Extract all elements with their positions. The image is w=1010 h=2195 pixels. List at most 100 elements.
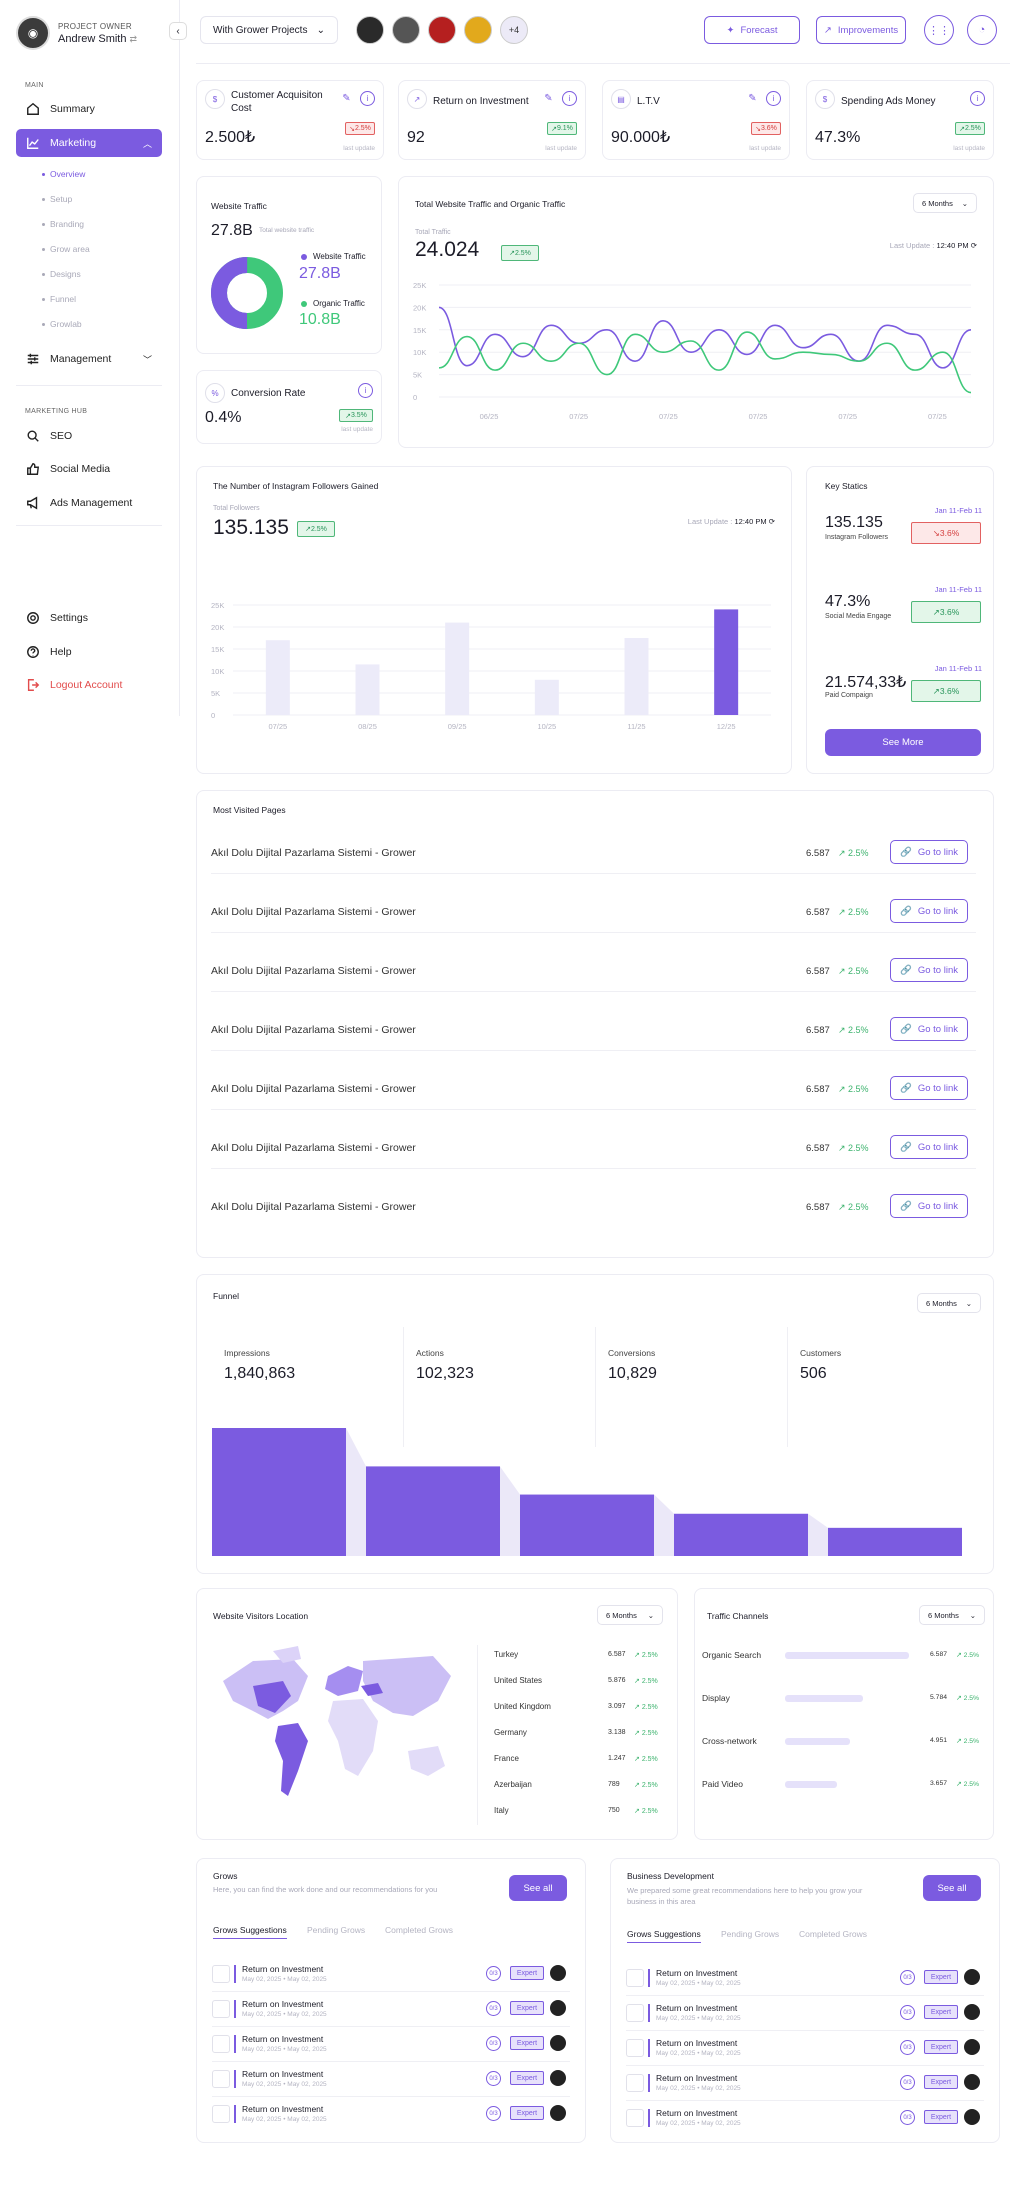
page-visits: 6.587 <box>806 1202 830 1213</box>
link-icon: 🔗 <box>900 846 912 858</box>
grow-checkbox[interactable] <box>212 2035 230 2053</box>
sidebar-subitem-grow-area[interactable]: Grow area <box>42 244 90 254</box>
grow-checkbox[interactable] <box>626 2074 644 2092</box>
see-all-button[interactable]: See all <box>509 1875 567 1901</box>
grow-checkbox[interactable] <box>626 1969 644 1987</box>
grow-item[interactable]: Return on Investment May 02, 2025 • May 0… <box>626 2037 984 2063</box>
sidebar-subitem-branding[interactable]: Branding <box>41 219 84 229</box>
expert-button[interactable]: Expert <box>510 1966 544 1980</box>
tab-grows-suggestions[interactable]: Grows Suggestions <box>213 1925 287 1939</box>
grow-item[interactable]: Return on Investment May 02, 2025 • May 0… <box>626 2107 984 2133</box>
switch-icon[interactable]: ⇄ <box>130 34 138 44</box>
avatar[interactable] <box>392 16 420 44</box>
see-more-button[interactable]: See More <box>825 729 981 756</box>
sidebar-subitem-setup[interactable]: Setup <box>41 194 72 204</box>
sidebar-item-help[interactable]: Help <box>16 638 162 666</box>
period-dropdown[interactable]: 6 Months ⌄ <box>919 1605 985 1625</box>
go-to-link-button[interactable]: 🔗 Go to link <box>890 1076 968 1100</box>
channel-name: Paid Video <box>702 1779 743 1789</box>
sidebar-item-social-media[interactable]: Social Media <box>16 455 162 483</box>
change-badge: ↗ 2.5% <box>955 122 985 135</box>
sidebar-item-management[interactable]: Management ﹀ <box>16 345 162 373</box>
grow-item[interactable]: Return on Investment May 02, 2025 • May 0… <box>212 2103 570 2129</box>
grow-checkbox[interactable] <box>212 2070 230 2088</box>
collapse-sidebar-button[interactable]: ‹ <box>169 22 187 40</box>
more-members-badge[interactable]: +4 <box>500 16 528 44</box>
grow-item[interactable]: Return on Investment May 02, 2025 • May 0… <box>626 2072 984 2098</box>
expert-button[interactable]: Expert <box>510 2001 544 2015</box>
info-icon[interactable]: i <box>766 91 781 106</box>
grow-item[interactable]: Return on Investment May 02, 2025 • May 0… <box>626 1967 984 1993</box>
avatar[interactable] <box>356 16 384 44</box>
grow-item[interactable]: Return on Investment May 02, 2025 • May 0… <box>212 1963 570 1989</box>
chevron-left-icon: ‹ <box>176 25 180 37</box>
grow-item[interactable]: Return on Investment May 02, 2025 • May 0… <box>212 2033 570 2059</box>
expert-button[interactable]: Expert <box>924 2075 958 2089</box>
sidebar-item-ads-management[interactable]: Ads Management <box>16 489 162 517</box>
go-to-link-button[interactable]: 🔗 Go to link <box>890 840 968 864</box>
chevron-down-icon: ⌄ <box>961 198 968 208</box>
project-selector[interactable]: With Grower Projects ⌄ <box>200 16 338 44</box>
see-all-button[interactable]: See all <box>923 1875 981 1901</box>
progress-ring: 0/3 <box>486 2036 501 2051</box>
refresh-icon[interactable]: ⟳ <box>971 241 977 250</box>
go-to-link-button[interactable]: 🔗 Go to link <box>890 958 968 982</box>
sidebar-item-marketing[interactable]: Marketing ︿ <box>16 129 162 157</box>
improvements-button[interactable]: ↗ Improvements <box>816 16 906 44</box>
expert-button[interactable]: Expert <box>924 2040 958 2054</box>
expert-button[interactable]: Expert <box>510 2071 544 2085</box>
grow-checkbox[interactable] <box>212 2000 230 2018</box>
sidebar-subitem-funnel[interactable]: Funnel <box>42 294 76 304</box>
expert-button[interactable]: Expert <box>510 2106 544 2120</box>
sidebar-item-logout[interactable]: Logout Account <box>16 671 162 699</box>
grow-item[interactable]: Return on Investment May 02, 2025 • May 0… <box>212 2068 570 2094</box>
expert-button[interactable]: Expert <box>924 2110 958 2124</box>
info-icon[interactable]: i <box>358 383 373 398</box>
grow-item[interactable]: Return on Investment May 02, 2025 • May 0… <box>626 2002 984 2028</box>
tab-pending-grows[interactable]: Pending Grows <box>307 1925 365 1935</box>
tab-pending-grows[interactable]: Pending Grows <box>721 1929 779 1939</box>
tab-grows-suggestions[interactable]: Grows Suggestions <box>627 1929 701 1943</box>
grow-checkbox[interactable] <box>626 2004 644 2022</box>
info-icon[interactable]: i <box>360 91 375 106</box>
period-dropdown[interactable]: 6 Months ⌄ <box>917 1293 981 1313</box>
period-dropdown[interactable]: 6 Months ⌄ <box>913 193 977 213</box>
sidebar-item-summary[interactable]: Summary <box>16 95 162 123</box>
chat-button[interactable]: ◔ <box>967 15 997 45</box>
period-dropdown[interactable]: 6 Months ⌄ <box>597 1605 663 1625</box>
grow-checkbox[interactable] <box>626 2039 644 2057</box>
go-to-link-button[interactable]: 🔗 Go to link <box>890 1017 968 1041</box>
edit-icon[interactable]: ✎ <box>745 91 760 106</box>
sidebar-subitem-growlab[interactable]: Growlab <box>42 319 82 329</box>
avatar[interactable] <box>464 16 492 44</box>
apps-button[interactable]: ⋮⋮ <box>924 15 954 45</box>
sidebar-item-seo[interactable]: SEO <box>16 422 162 450</box>
sidebar-subitem-overview[interactable]: Overview <box>41 169 85 179</box>
expert-button[interactable]: Expert <box>510 2036 544 2050</box>
edit-icon[interactable]: ✎ <box>541 91 556 106</box>
grow-checkbox[interactable] <box>212 2105 230 2123</box>
sidebar-subitem-designs[interactable]: Designs <box>42 269 81 279</box>
info-icon[interactable]: i <box>970 91 985 106</box>
go-to-link-button[interactable]: 🔗 Go to link <box>890 1135 968 1159</box>
kpi-value: 47.3% <box>815 129 861 146</box>
expert-button[interactable]: Expert <box>924 2005 958 2019</box>
tab-completed-grows[interactable]: Completed Grows <box>385 1925 453 1935</box>
grow-end-date: May 02, 2025 <box>287 2011 327 2018</box>
grow-checkbox[interactable] <box>212 1965 230 1983</box>
funnel-stage-label: Customers <box>800 1348 842 1358</box>
grow-checkbox[interactable] <box>626 2109 644 2127</box>
forecast-button[interactable]: ✦ Forecast <box>704 16 800 44</box>
info-icon[interactable]: i <box>562 91 577 106</box>
edit-icon[interactable]: ✎ <box>339 91 354 106</box>
tab-completed-grows[interactable]: Completed Grows <box>799 1929 867 1939</box>
sidebar-item-settings[interactable]: Settings <box>16 604 162 632</box>
expert-button[interactable]: Expert <box>924 1970 958 1984</box>
go-to-link-button[interactable]: 🔗 Go to link <box>890 899 968 923</box>
user-profile[interactable]: ◉ PROJECT OWNER Andrew Smith ⇄ <box>16 16 137 50</box>
grow-item[interactable]: Return on Investment May 02, 2025 • May 0… <box>212 1998 570 2024</box>
avatar[interactable] <box>428 16 456 44</box>
go-to-link-button[interactable]: 🔗 Go to link <box>890 1194 968 1218</box>
refresh-icon[interactable]: ⟳ <box>769 517 775 526</box>
country-change: ↗ 2.5% <box>634 1651 658 1659</box>
